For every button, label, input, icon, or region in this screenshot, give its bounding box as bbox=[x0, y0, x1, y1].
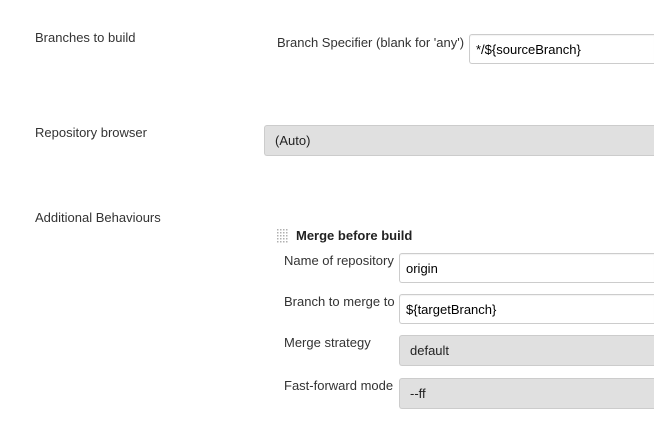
fast-forward-mode-select[interactable]: --ff bbox=[399, 378, 654, 409]
repository-browser-label: Repository browser bbox=[35, 125, 147, 140]
repository-name-label: Name of repository bbox=[284, 253, 394, 268]
additional-behaviours-label: Additional Behaviours bbox=[35, 210, 161, 225]
repository-browser-selected-value: (Auto) bbox=[275, 133, 311, 148]
drag-handle-icon[interactable] bbox=[276, 228, 289, 243]
merge-strategy-select[interactable]: default bbox=[399, 335, 654, 366]
branch-specifier-input[interactable] bbox=[469, 34, 654, 64]
merge-before-build-title: Merge before build bbox=[296, 228, 413, 243]
merge-target-input[interactable] bbox=[399, 294, 654, 324]
repository-browser-select[interactable]: (Auto) bbox=[264, 125, 654, 156]
fast-forward-mode-label: Fast-forward mode bbox=[284, 378, 394, 393]
branch-specifier-label: Branch Specifier (blank for 'any') bbox=[277, 35, 465, 50]
git-scm-config-panel: Branches to build Branch Specifier (blan… bbox=[0, 0, 654, 436]
branches-to-build-label: Branches to build bbox=[35, 30, 136, 45]
repository-name-input[interactable] bbox=[399, 253, 654, 283]
merge-strategy-label: Merge strategy bbox=[284, 335, 371, 350]
merge-strategy-selected-value: default bbox=[410, 343, 450, 358]
fast-forward-mode-selected-value: --ff bbox=[410, 386, 426, 401]
merge-target-label: Branch to merge to bbox=[284, 294, 395, 309]
